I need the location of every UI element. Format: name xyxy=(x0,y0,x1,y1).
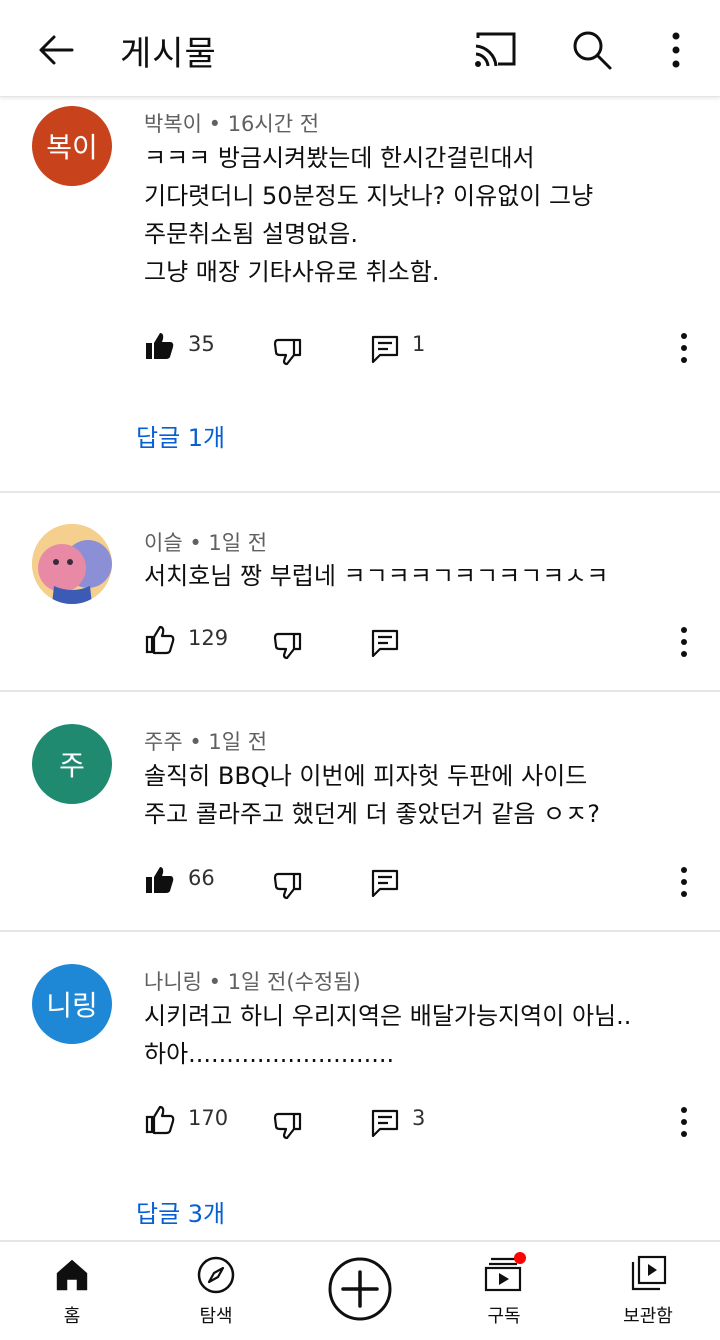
cast-icon[interactable] xyxy=(472,30,518,70)
reply-icon[interactable] xyxy=(370,1108,400,1138)
comment-text: 솔직히 BBQ나 이번에 피자헛 두판에 사이드 주고 콜라주고 했던게 더 좋… xyxy=(144,762,600,828)
comment-meta: 나니링 • 1일 전(수정됨) xyxy=(144,970,361,994)
comment-meta: 이슬 • 1일 전 xyxy=(144,531,268,555)
divider xyxy=(0,690,720,692)
view-replies-link[interactable]: 답글 1개 xyxy=(136,418,225,453)
reply-icon[interactable] xyxy=(370,868,400,898)
create-icon xyxy=(328,1257,392,1321)
dislike-icon[interactable] xyxy=(272,870,304,902)
library-icon xyxy=(631,1255,667,1291)
avatar[interactable]: 니링 xyxy=(32,964,112,1044)
nav-label: 홈 xyxy=(63,1306,81,1327)
explore-icon xyxy=(197,1256,235,1294)
nav-library[interactable]: 보관함 xyxy=(576,1242,720,1340)
like-icon[interactable] xyxy=(144,624,176,656)
avatar-initials: 주 xyxy=(59,749,85,782)
more-vert-icon[interactable] xyxy=(662,28,690,72)
like-filled-icon[interactable] xyxy=(144,864,176,896)
page-title: 게시물 xyxy=(120,34,217,74)
comment-menu-icon[interactable] xyxy=(672,864,696,900)
comment-menu-icon[interactable] xyxy=(672,624,696,660)
comment-meta: 주주 • 1일 전 xyxy=(144,730,268,754)
nav-subscriptions[interactable]: 구독 xyxy=(432,1242,576,1340)
comment-menu-icon[interactable] xyxy=(672,330,696,366)
comment-text: 시키려고 하니 우리지역은 배달가능지역이 아님.. 하아...........… xyxy=(144,1002,632,1068)
nav-create[interactable] xyxy=(288,1242,432,1340)
like-count: 35 xyxy=(188,332,215,356)
avatar-initials: 복이 xyxy=(46,131,98,164)
subscriptions-icon xyxy=(484,1252,526,1292)
like-count: 170 xyxy=(188,1106,229,1130)
avatar[interactable] xyxy=(32,524,112,604)
back-arrow-icon[interactable] xyxy=(34,28,78,72)
avatar[interactable]: 주 xyxy=(32,724,112,804)
comment-actions: 170 3 xyxy=(0,1104,720,1144)
reply-count: 1 xyxy=(412,332,426,356)
like-count: 66 xyxy=(188,866,215,890)
reply-icon[interactable] xyxy=(370,334,400,364)
like-icon[interactable] xyxy=(144,1104,176,1136)
comment-actions: 129 xyxy=(0,624,720,664)
divider xyxy=(0,930,720,932)
divider xyxy=(0,491,720,493)
avatar-initials: 니링 xyxy=(46,989,98,1022)
nav-label: 구독 xyxy=(487,1306,521,1327)
nav-explore[interactable]: 탐색 xyxy=(144,1242,288,1340)
nav-label: 보관함 xyxy=(623,1306,673,1327)
bottom-navigation: 홈 탐색 구독 보관함 xyxy=(0,1240,720,1340)
comment-actions: 66 xyxy=(0,864,720,904)
reply-count: 3 xyxy=(412,1106,426,1130)
comment-meta: 박복이 • 16시간 전 xyxy=(144,112,320,136)
dislike-icon[interactable] xyxy=(272,630,304,662)
like-filled-icon[interactable] xyxy=(144,330,176,362)
avatar[interactable]: 복이 xyxy=(32,106,112,186)
view-replies-link[interactable]: 답글 3개 xyxy=(136,1194,225,1229)
reply-icon[interactable] xyxy=(370,628,400,658)
avatar-image xyxy=(32,524,112,604)
top-app-bar: 게시물 xyxy=(0,0,720,97)
comment-text: ㅋㅋㅋ 방금시켜봤는데 한시간걸린대서 기다렷더니 50분정도 지낫나? 이유없… xyxy=(144,144,594,286)
nav-home[interactable]: 홈 xyxy=(0,1242,144,1340)
dislike-icon[interactable] xyxy=(272,336,304,368)
home-icon xyxy=(56,1259,88,1291)
nav-label: 탐색 xyxy=(199,1306,233,1327)
comment-text: 서치호님 짱 부럽네 ㅋㄱㅋㅋㄱㅋㄱㅋㄱㅋㅅㅋ xyxy=(144,562,609,590)
search-icon[interactable] xyxy=(570,28,614,72)
like-count: 129 xyxy=(188,626,229,650)
comment-actions: 35 1 xyxy=(0,330,720,370)
dislike-icon[interactable] xyxy=(272,1110,304,1142)
comment-menu-icon[interactable] xyxy=(672,1104,696,1140)
